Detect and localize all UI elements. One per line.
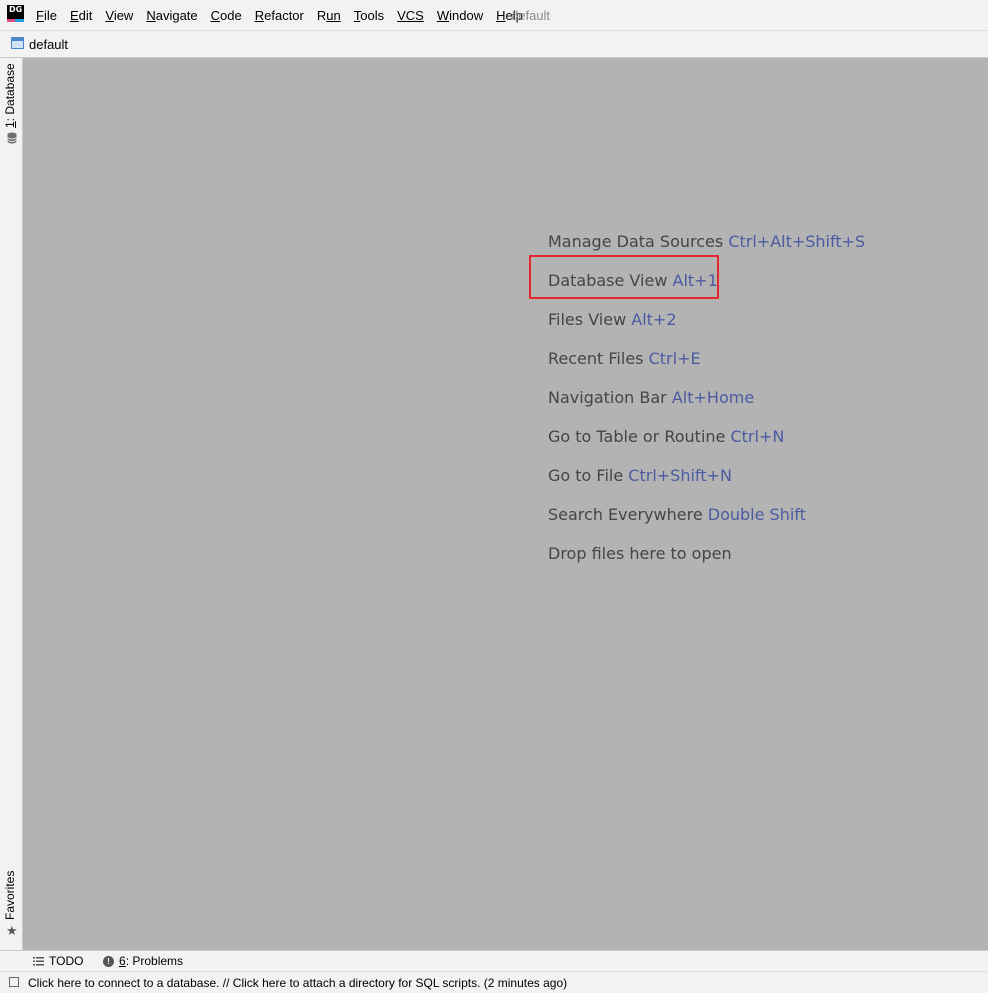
menu-edit[interactable]: Edit (70, 8, 92, 23)
hint-go-to-file: Go to File Ctrl+Shift+N (548, 466, 732, 485)
menu-vcs[interactable]: VCS (397, 8, 424, 23)
editor-empty-area[interactable]: Manage Data Sources Ctrl+Alt+Shift+S Dat… (23, 58, 988, 950)
menu-window[interactable]: Window (437, 8, 483, 23)
problems-info-icon: ! (103, 955, 114, 967)
favorites-tab-label: Favorites (3, 870, 17, 920)
favorites-tool-tab[interactable]: Favorites ★ (0, 870, 23, 950)
bottom-tool-stripe: TODO ! 6: Problems (0, 950, 988, 971)
menu-view[interactable]: View (105, 8, 133, 23)
problems-tool-tab[interactable]: ! 6: Problems (103, 954, 183, 968)
menu-code[interactable]: Code (211, 8, 242, 23)
hint-search-everywhere: Search Everywhere Double Shift (548, 505, 806, 524)
breadcrumb-project[interactable]: default (29, 37, 68, 52)
project-folder-icon (11, 37, 24, 49)
hint-navigation-bar: Navigation Bar Alt+Home (548, 388, 755, 407)
list-icon (33, 956, 44, 965)
status-message[interactable]: Click here to connect to a database. // … (28, 976, 567, 990)
datagrip-logo-icon: DG (7, 5, 24, 22)
todo-tab-label: TODO (49, 954, 84, 968)
database-tab-label: 1: Database (3, 63, 17, 128)
problems-tab-label: 6: Problems (119, 954, 184, 968)
hint-files-view: Files View Alt+2 (548, 310, 677, 329)
star-icon: ★ (6, 923, 18, 938)
menu-refactor[interactable]: Refactor (255, 8, 304, 23)
menu-items: File Edit View Navigate Code Refactor Ru… (36, 0, 536, 31)
status-bar: Click here to connect to a database. // … (0, 971, 988, 993)
menu-file[interactable]: File (36, 8, 57, 23)
database-tool-tab[interactable]: 1: Database (0, 60, 23, 148)
navigation-bar: default (0, 31, 988, 58)
hint-go-to-table: Go to Table or Routine Ctrl+N (548, 427, 785, 446)
menu-navigate[interactable]: Navigate (146, 8, 197, 23)
menu-tools[interactable]: Tools (354, 8, 384, 23)
menu-run[interactable]: Run (317, 8, 341, 23)
highlight-box (529, 255, 719, 299)
todo-tool-tab[interactable]: TODO (33, 954, 83, 968)
window-title: default (511, 8, 551, 23)
hint-recent-files: Recent Files Ctrl+E (548, 349, 701, 368)
left-tool-stripe: 1: Database Favorites ★ (0, 58, 23, 950)
tool-window-toggle-icon[interactable] (9, 977, 19, 987)
hint-drop-files: Drop files here to open (548, 544, 732, 563)
main-menubar: DG File Edit View Navigate Code Refactor… (0, 0, 988, 31)
database-icon (7, 132, 17, 144)
